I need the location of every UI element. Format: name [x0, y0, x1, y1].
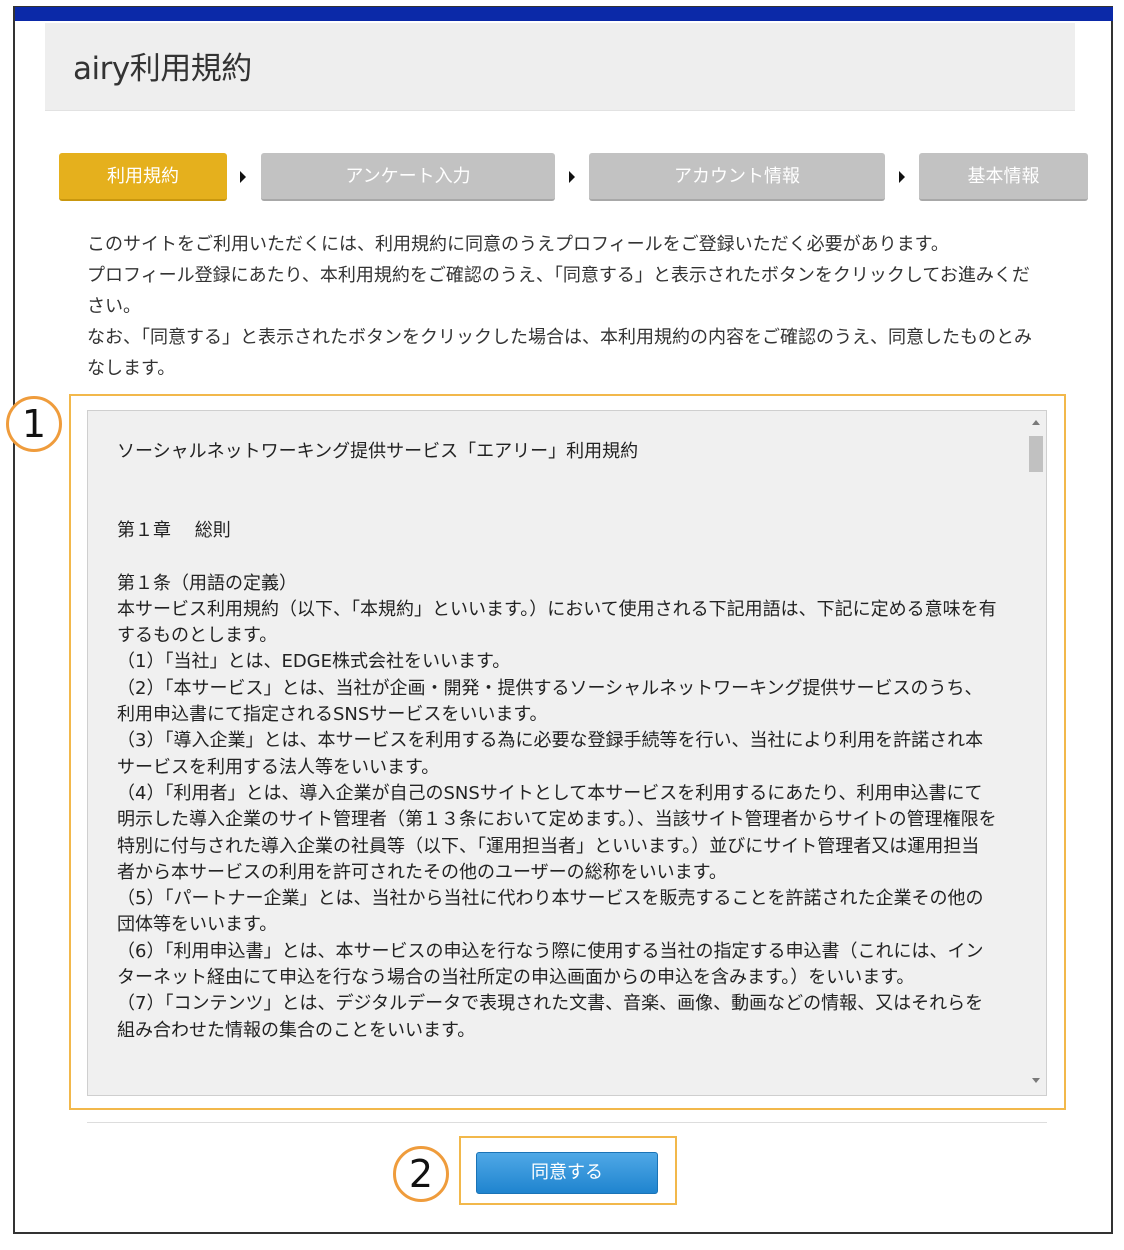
step-terms: 利用規約 — [59, 153, 227, 201]
terms-item: （2）「本サービス」とは、当社が企画・開発・提供するソーシャルネットワーキング提… — [117, 677, 983, 726]
page-title: airy利用規約 — [73, 51, 252, 87]
terms-item: （5）「パートナー企業」とは、当社から当社に代わり本サービスを販売することを許諾… — [117, 888, 984, 936]
terms-chapter: 第１章 総則 — [117, 520, 231, 542]
step-survey: アンケート入力 — [261, 153, 555, 201]
terms-article-title: 第１条（用語の定義） — [117, 572, 297, 594]
terms-article-body: 本サービス利用規約（以下、「本規約」といいます。）において使用される下記用語は、… — [117, 598, 997, 647]
terms-item: （7）「コンテンツ」とは、デジタルデータで表現された文書、音楽、画像、動画などの… — [117, 993, 984, 1041]
intro-line: プロフィール登録にあたり、本利用規約をご確認のうえ、「同意する」と表示されたボタ… — [87, 265, 1030, 317]
step-arrow-icon — [240, 171, 246, 183]
top-accent-bar — [15, 7, 1113, 21]
scroll-down-arrow-icon[interactable] — [1032, 1078, 1040, 1083]
intro-text: このサイトをご利用いただくには、利用規約に同意のうえプロフィールをご登録いただく… — [87, 229, 1047, 384]
terms-item: （4）「利用者」とは、導入企業が自己のSNSサイトとして本サービスを利用するにあ… — [117, 782, 997, 883]
terms-heading: ソーシャルネットワーキング提供サービス「エアリー」利用規約 — [117, 441, 639, 462]
step-arrow-icon — [569, 171, 575, 183]
step-arrow-icon — [899, 171, 905, 183]
divider — [87, 1122, 1047, 1123]
terms-item: （3）「導入企業」とは、本サービスを利用する為に必要な登録手続等を行い、当社によ… — [117, 730, 984, 778]
agree-button[interactable]: 同意する — [476, 1152, 658, 1194]
step-account-info: アカウント情報 — [589, 153, 885, 201]
annotation-marker-2: 2 — [393, 1146, 449, 1202]
scroll-up-arrow-icon[interactable] — [1032, 420, 1040, 425]
terms-item: （1）「当社」とは、EDGE株式会社をいいます。 — [117, 651, 511, 673]
step-basic-info: 基本情報 — [919, 153, 1088, 201]
page-header: airy利用規約 — [45, 23, 1075, 111]
terms-content: ソーシャルネットワーキング提供サービス「エアリー」利用規約 第１章 総則 第１条… — [117, 439, 997, 1044]
intro-line: このサイトをご利用いただくには、利用規約に同意のうえプロフィールをご登録いただく… — [87, 234, 949, 255]
intro-line: なお、「同意する」と表示されたボタンをクリックした場合は、本利用規約の内容をご確… — [87, 327, 1032, 379]
scrollbar-thumb[interactable] — [1029, 436, 1043, 472]
terms-item: （6）「利用申込書」とは、本サービスの申込を行なう際に使用する当社の指定する申込… — [117, 940, 984, 989]
terms-scrollbar[interactable] — [1027, 412, 1045, 1094]
terms-scroll-box[interactable]: ソーシャルネットワーキング提供サービス「エアリー」利用規約 第１章 総則 第１条… — [87, 410, 1047, 1096]
annotation-marker-1: 1 — [6, 396, 62, 452]
